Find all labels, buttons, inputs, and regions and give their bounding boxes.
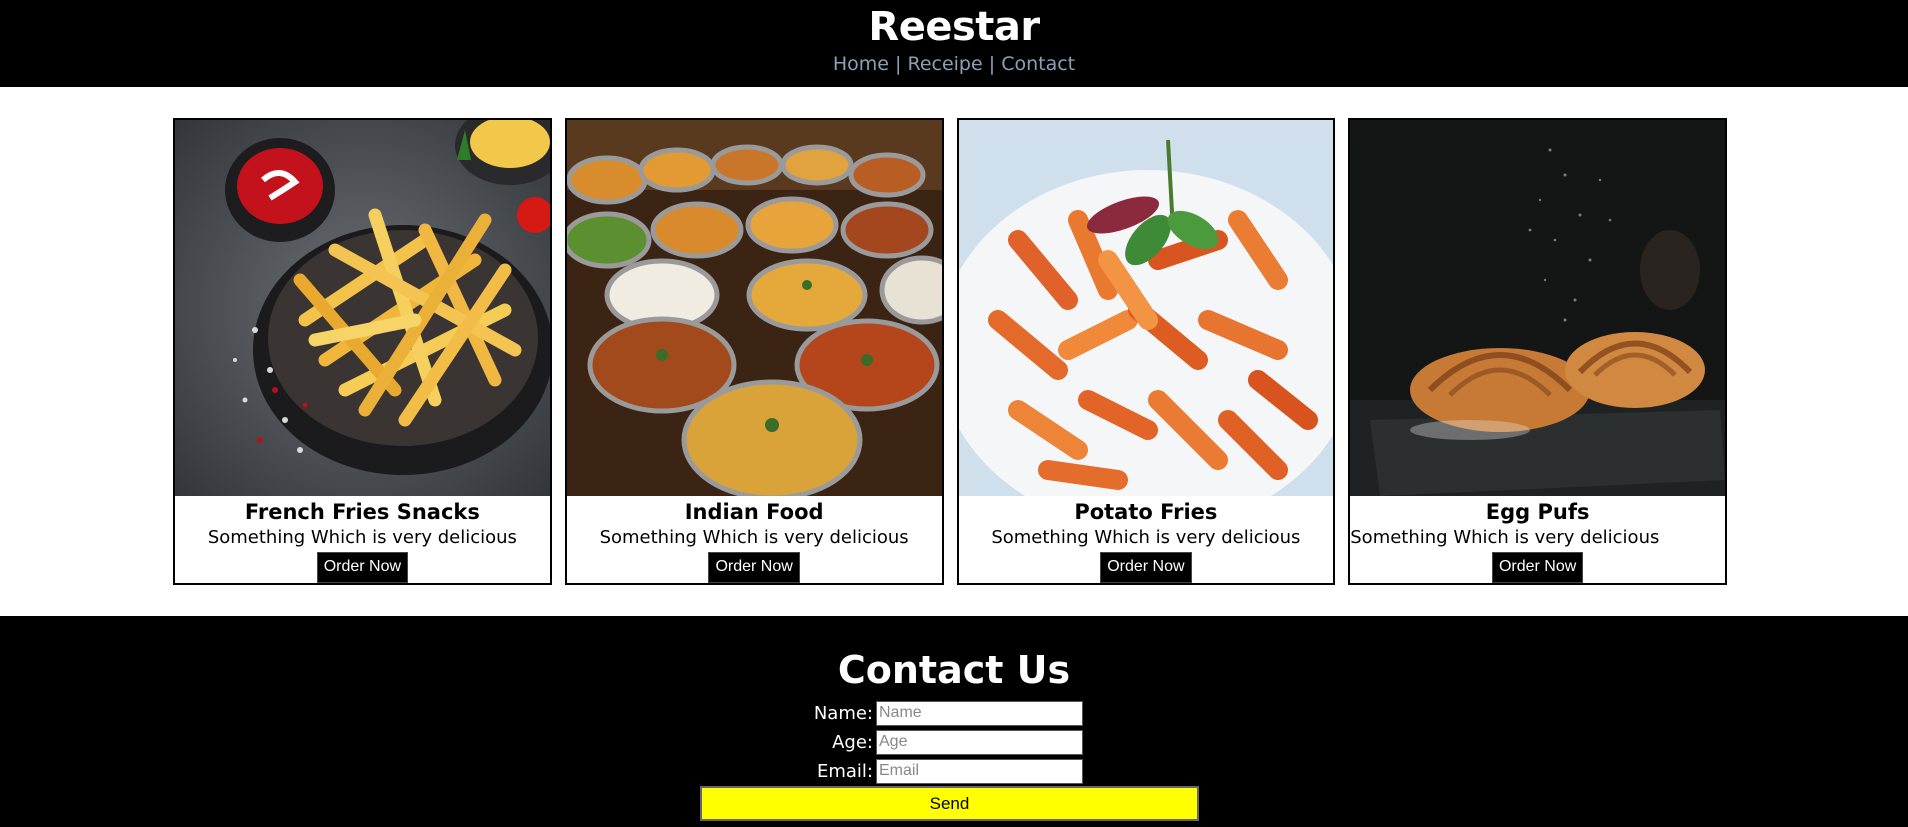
card-title: Indian Food bbox=[684, 500, 824, 524]
card-description: Something Which is very delicious bbox=[1350, 527, 1660, 548]
site-header: Reestar Home | Receipe | Contact bbox=[0, 0, 1908, 87]
email-input[interactable] bbox=[876, 758, 1083, 784]
indian-food-illustration bbox=[566, 120, 942, 496]
order-now-button[interactable]: Order Now bbox=[1491, 552, 1584, 583]
food-cards: French Fries Snacks Something Which is v… bbox=[173, 118, 1727, 585]
card-description: Something Which is very delicious bbox=[599, 527, 909, 548]
name-row: Name: bbox=[700, 700, 1100, 726]
nav-contact-link[interactable]: Contact bbox=[1001, 53, 1075, 75]
nav-receipe-link[interactable]: Receipe bbox=[907, 53, 982, 75]
age-label: Age: bbox=[832, 731, 873, 753]
nav-separator: | bbox=[895, 53, 902, 75]
card-title: Egg Pufs bbox=[1485, 500, 1590, 524]
card-description: Something Which is very delicious bbox=[991, 527, 1301, 548]
order-now-button[interactable]: Order Now bbox=[708, 552, 800, 583]
food-image-indian-food bbox=[566, 120, 942, 496]
card-description: Something Which is very delicious bbox=[207, 527, 517, 548]
food-image-egg-pufs bbox=[1350, 120, 1726, 496]
order-now-button[interactable]: Order Now bbox=[1100, 552, 1192, 583]
age-input[interactable] bbox=[876, 729, 1083, 755]
email-label: Email: bbox=[816, 760, 873, 782]
food-card: Potato Fries Something Which is very del… bbox=[956, 118, 1336, 585]
order-now-button[interactable]: Order Now bbox=[316, 552, 409, 583]
card-title: Potato Fries bbox=[1074, 500, 1218, 524]
name-input[interactable] bbox=[876, 700, 1083, 726]
card-title: French Fries Snacks bbox=[244, 500, 480, 524]
nav-separator: | bbox=[988, 53, 996, 75]
food-image-french-fries bbox=[174, 120, 550, 496]
food-card: Egg Pufs Something Which is very delicio… bbox=[1348, 118, 1727, 585]
brand-title: Reestar bbox=[868, 4, 1040, 50]
name-label: Name: bbox=[813, 702, 873, 724]
french-fries-illustration bbox=[174, 120, 550, 496]
age-row: Age: bbox=[700, 729, 1100, 755]
contact-section: Contact Us Name: Age: Email: Send bbox=[0, 616, 1908, 827]
pasta-illustration bbox=[958, 120, 1334, 496]
email-row: Email: bbox=[700, 758, 1100, 784]
food-card: French Fries Snacks Something Which is v… bbox=[173, 118, 552, 585]
main-nav: Home | Receipe | Contact bbox=[0, 50, 1908, 78]
nav-home-link[interactable]: Home bbox=[833, 53, 889, 75]
send-button[interactable]: Send bbox=[700, 786, 1199, 821]
contact-title: Contact Us bbox=[837, 648, 1071, 692]
croissant-illustration bbox=[1350, 120, 1726, 496]
food-card: Indian Food Something Which is very deli… bbox=[564, 118, 944, 585]
food-image-potato-fries bbox=[958, 120, 1334, 496]
